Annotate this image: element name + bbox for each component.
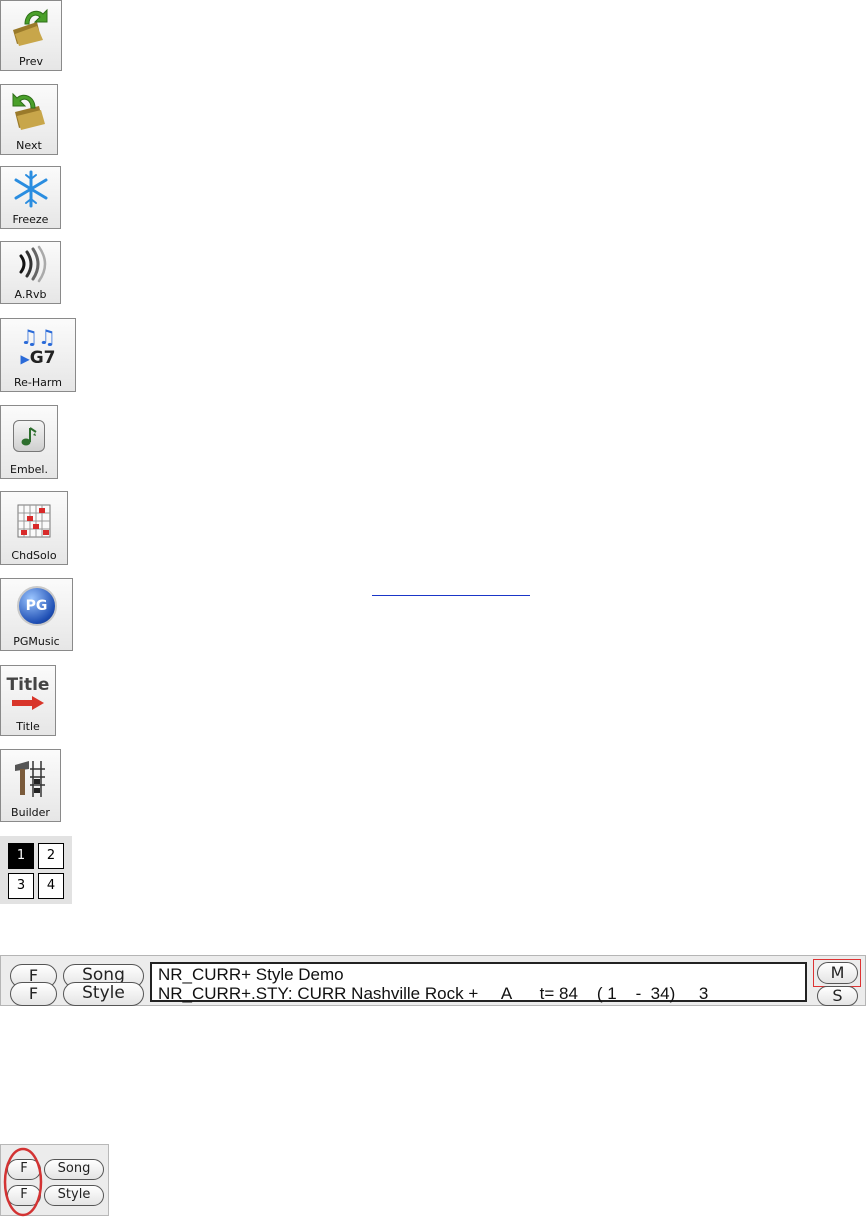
- reharm-notes-icon: ♫♫ ▶G7: [20, 324, 56, 368]
- chord-solo-label: ChdSolo: [11, 549, 57, 562]
- title-label: Title: [16, 720, 40, 733]
- embellish-note-icon: [1, 416, 57, 456]
- song-style-panel: F Song F Style NR_CURR+ Style Demo NR_CU…: [0, 955, 866, 1006]
- view-cell-2[interactable]: 2: [38, 843, 64, 869]
- view-cell-1[interactable]: 1: [8, 843, 34, 869]
- prev-button[interactable]: Prev: [0, 0, 62, 71]
- reverb-label: A.Rvb: [14, 288, 47, 301]
- style-button[interactable]: Style: [63, 982, 144, 1006]
- pgmusic-label: PGMusic: [13, 635, 60, 648]
- chord-solo-fretboard-icon: [1, 500, 67, 542]
- red-highlight-ellipse: [3, 1147, 43, 1217]
- reverb-button[interactable]: A.Rvb: [0, 241, 61, 304]
- style-favorites-button[interactable]: F: [10, 982, 57, 1006]
- reharm-label: Re-Harm: [14, 376, 62, 389]
- freeze-button[interactable]: Freeze: [0, 166, 61, 229]
- s-button[interactable]: S: [817, 986, 858, 1006]
- song-title-text: NR_CURR+ Style Demo: [158, 965, 344, 984]
- pg-logo-text: PG: [25, 598, 48, 614]
- pg-globe-icon: PG: [1, 585, 72, 627]
- style-info-text: NR_CURR+.STY: CURR Nashville Rock + A t=…: [158, 984, 709, 1003]
- reharm-button[interactable]: ♫♫ ▶G7 Re-Harm: [0, 318, 76, 392]
- next-label: Next: [16, 139, 42, 152]
- embellish-label: Embel.: [10, 463, 48, 476]
- snowflake-icon: [1, 169, 60, 209]
- title-arrow-icon: Title: [1, 672, 55, 714]
- small-style-button[interactable]: Style: [44, 1185, 104, 1206]
- prev-folder-arrow-icon: [1, 4, 61, 48]
- freeze-label: Freeze: [12, 213, 49, 226]
- view-cell-3[interactable]: 3: [8, 873, 34, 899]
- next-button[interactable]: Next: [0, 84, 58, 155]
- small-song-button[interactable]: Song: [44, 1159, 104, 1180]
- prev-label: Prev: [19, 55, 43, 68]
- m-button[interactable]: M: [817, 962, 858, 984]
- builder-hammer-icon: [1, 756, 60, 800]
- view-layout-grid: 1 2 3 4: [0, 836, 72, 904]
- song-info-display: NR_CURR+ Style Demo NR_CURR+.STY: CURR N…: [150, 962, 807, 1003]
- builder-label: Builder: [11, 806, 50, 819]
- embellish-button[interactable]: Embel.: [0, 405, 58, 479]
- title-logo-text: Title: [6, 675, 50, 695]
- chord-solo-button[interactable]: ChdSolo: [0, 491, 68, 565]
- view-cell-4[interactable]: 4: [38, 873, 64, 899]
- pgmusic-button[interactable]: PG PGMusic: [0, 578, 73, 651]
- title-button[interactable]: Title Title: [0, 665, 56, 736]
- small-song-style-panel: F Song F Style: [0, 1144, 109, 1217]
- hyperlink-underline[interactable]: [372, 595, 530, 596]
- reverb-waves-icon: [1, 244, 60, 284]
- builder-button[interactable]: Builder: [0, 749, 61, 822]
- chord-text: G7: [29, 347, 56, 368]
- next-folder-arrow-icon: [1, 88, 57, 132]
